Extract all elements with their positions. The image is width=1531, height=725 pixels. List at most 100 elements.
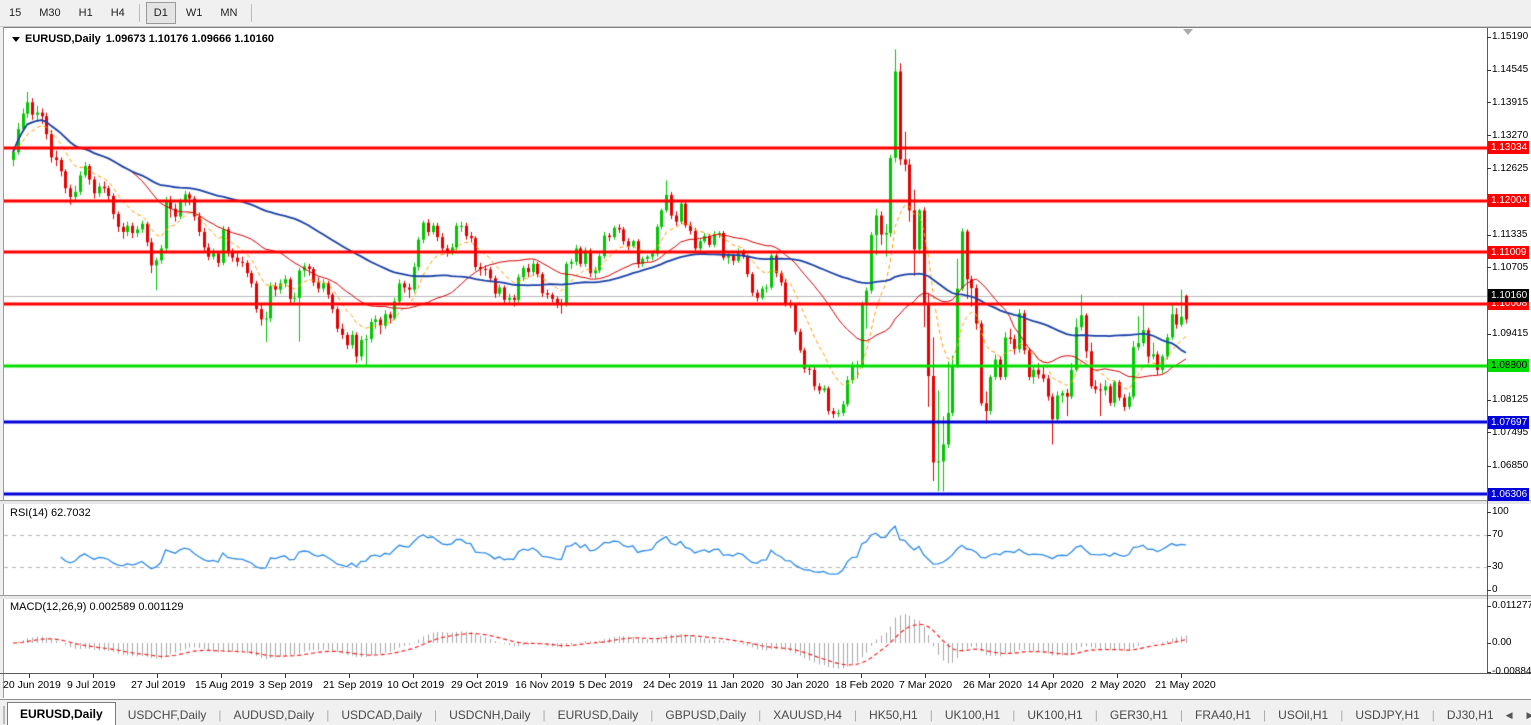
time-axis-tick (349, 674, 350, 678)
time-axis-label: 10 Oct 2019 (387, 679, 444, 691)
time-axis-tick (477, 674, 478, 678)
timeframe-button-mn[interactable]: MN (212, 2, 245, 24)
time-axis-tick (861, 674, 862, 678)
rsi-axis-tick (1487, 590, 1491, 591)
time-axis-label: 14 Apr 2020 (1027, 679, 1084, 691)
time-axis-label: 21 Sep 2019 (323, 679, 383, 691)
chart-tab-usdjpy-h1[interactable]: USDJPY,H1 (1343, 705, 1431, 725)
panel-splitter[interactable] (0, 500, 1531, 504)
chart-tab-bar: EURUSD,DailyUSDCHF,Daily|AUDUSD,Daily|US… (0, 699, 1531, 725)
level-price-badge: 1.13034 (1488, 141, 1529, 154)
chart-tab-usdchf-daily[interactable]: USDCHF,Daily (116, 705, 219, 725)
chart-symbol-label: EURUSD,Daily (25, 33, 101, 45)
time-axis-tick (925, 674, 926, 678)
level-price-badge: 1.07697 (1488, 416, 1529, 429)
time-axis-tick (29, 674, 30, 678)
current-price-badge: 1.10160 (1488, 289, 1529, 302)
time-axis-label: 9 Jul 2019 (67, 679, 115, 691)
time-axis-label: 18 Feb 2020 (835, 679, 894, 691)
level-price-badge: 1.08800 (1488, 359, 1529, 372)
rsi-indicator-canvas[interactable] (4, 503, 1487, 594)
price-axis-tick (1487, 37, 1491, 38)
time-axis-tick (605, 674, 606, 678)
price-axis-label: 1.08125 (1492, 394, 1530, 406)
chart-tab-audusd-daily[interactable]: AUDUSD,Daily (222, 705, 327, 725)
chart-tab-xauusd-h4[interactable]: XAUUSD,H4 (761, 705, 854, 725)
chart-tab-uk100-h1[interactable]: UK100,H1 (933, 705, 1012, 725)
timeframe-button-15[interactable]: 15 (1, 2, 29, 24)
price-axis-tick (1487, 400, 1491, 401)
tabbar-grip[interactable] (3, 706, 5, 724)
chart-tab-uk100-h1[interactable]: UK100,H1 (1015, 705, 1094, 725)
chart-tab-usoil-h1[interactable]: USOil,H1 (1266, 705, 1340, 725)
chart-tab-ger30-h1[interactable]: GER30,H1 (1098, 705, 1180, 725)
time-axis-label: 27 Jul 2019 (131, 679, 185, 691)
time-axis-tick (989, 674, 990, 678)
terminal-window: { "toolbar": {"items": [ {"label": "15"}… (0, 0, 1531, 725)
rsi-axis-label: 30 (1492, 561, 1530, 573)
time-axis-tick (797, 674, 798, 678)
chart-shift-marker-icon[interactable] (1183, 29, 1193, 35)
rsi-axis-tick (1487, 512, 1491, 513)
timeframe-button-h4[interactable]: H4 (103, 2, 133, 24)
price-axis-tick (1487, 135, 1491, 136)
chart-tab-dj30-h1[interactable]: DJ30,H1 (1435, 705, 1506, 725)
time-axis-tick (221, 674, 222, 678)
tabs-scroll-right-icon[interactable]: ▶ (1527, 710, 1531, 721)
price-axis-label: 1.09415 (1492, 328, 1530, 340)
price-axis-tick (1487, 70, 1491, 71)
macd-axis-tick (1487, 672, 1491, 673)
price-axis-tick (1487, 102, 1491, 103)
price-axis-tick (1487, 235, 1491, 236)
time-axis-tick (733, 674, 734, 678)
chart-tab-usdcad-daily[interactable]: USDCAD,Daily (329, 705, 434, 725)
time-axis-label: 3 Sep 2019 (259, 679, 313, 691)
price-axis-tick (1487, 267, 1491, 268)
timeframe-button-w1[interactable]: W1 (178, 2, 211, 24)
macd-indicator-canvas[interactable] (4, 598, 1487, 673)
toolbar-separator (251, 4, 252, 22)
toolbar-separator (139, 4, 140, 22)
time-axis-label: 11 Jan 2020 (707, 679, 764, 691)
macd-label: MACD(12,26,9) 0.002589 0.001129 (10, 601, 183, 613)
level-price-badge: 1.06306 (1488, 488, 1529, 501)
time-axis-label: 16 Nov 2019 (515, 679, 575, 691)
time-axis-tick (93, 674, 94, 678)
symbol-dropdown-icon[interactable] (12, 37, 20, 42)
timeframe-button-h1[interactable]: H1 (71, 2, 101, 24)
time-axis-tick (1181, 674, 1182, 678)
time-axis-tick (413, 674, 414, 678)
level-price-badge: 1.12004 (1488, 194, 1529, 207)
chart-tab-eurusd-daily[interactable]: EURUSD,Daily (546, 705, 651, 725)
chart-tab-usdcnh-daily[interactable]: USDCNH,Daily (437, 705, 542, 725)
chart-tab-hk50-h1[interactable]: HK50,H1 (857, 705, 930, 725)
time-axis-label: 24 Dec 2019 (643, 679, 703, 691)
level-price-badge: 1.11009 (1488, 246, 1529, 259)
chart-tab-gbpusd-daily[interactable]: GBPUSD,Daily (653, 705, 758, 725)
time-axis-label: 29 Oct 2019 (451, 679, 508, 691)
timeframe-button-m30[interactable]: M30 (31, 2, 68, 24)
macd-axis-label: 0.00 (1492, 637, 1530, 649)
time-axis-tick (157, 674, 158, 678)
chart-ohlc-values: 1.09673 1.10176 1.09666 1.10160 (106, 33, 274, 45)
main-chart-canvas[interactable] (4, 28, 1487, 500)
tabs-scroll-left-icon[interactable]: ◀ (1506, 710, 1513, 721)
price-axis-label: 1.13915 (1492, 97, 1530, 109)
price-axis-border (1487, 28, 1488, 674)
rsi-label: RSI(14) 62.7032 (10, 507, 91, 519)
macd-axis-label: -0.008845 (1492, 666, 1530, 678)
price-axis-label: 1.11335 (1492, 229, 1530, 241)
chart-tab-eurusd-daily[interactable]: EURUSD,Daily (7, 702, 116, 725)
price-axis-label: 1.10705 (1492, 262, 1530, 274)
macd-axis-tick (1487, 643, 1491, 644)
time-axis-tick (541, 674, 542, 678)
price-axis-label: 1.06850 (1492, 460, 1530, 472)
price-axis-tick (1487, 466, 1491, 467)
tabs-holder: EURUSD,DailyUSDCHF,Daily|AUDUSD,Daily|US… (7, 702, 1506, 725)
chart-tab-fra40-h1[interactable]: FRA40,H1 (1183, 705, 1263, 725)
time-axis-label: 7 Mar 2020 (899, 679, 952, 691)
price-axis-tick (1487, 432, 1491, 433)
panel-splitter[interactable] (0, 595, 1531, 599)
timeframe-button-d1[interactable]: D1 (146, 2, 176, 24)
macd-axis-label: 0.011277 (1492, 600, 1530, 612)
